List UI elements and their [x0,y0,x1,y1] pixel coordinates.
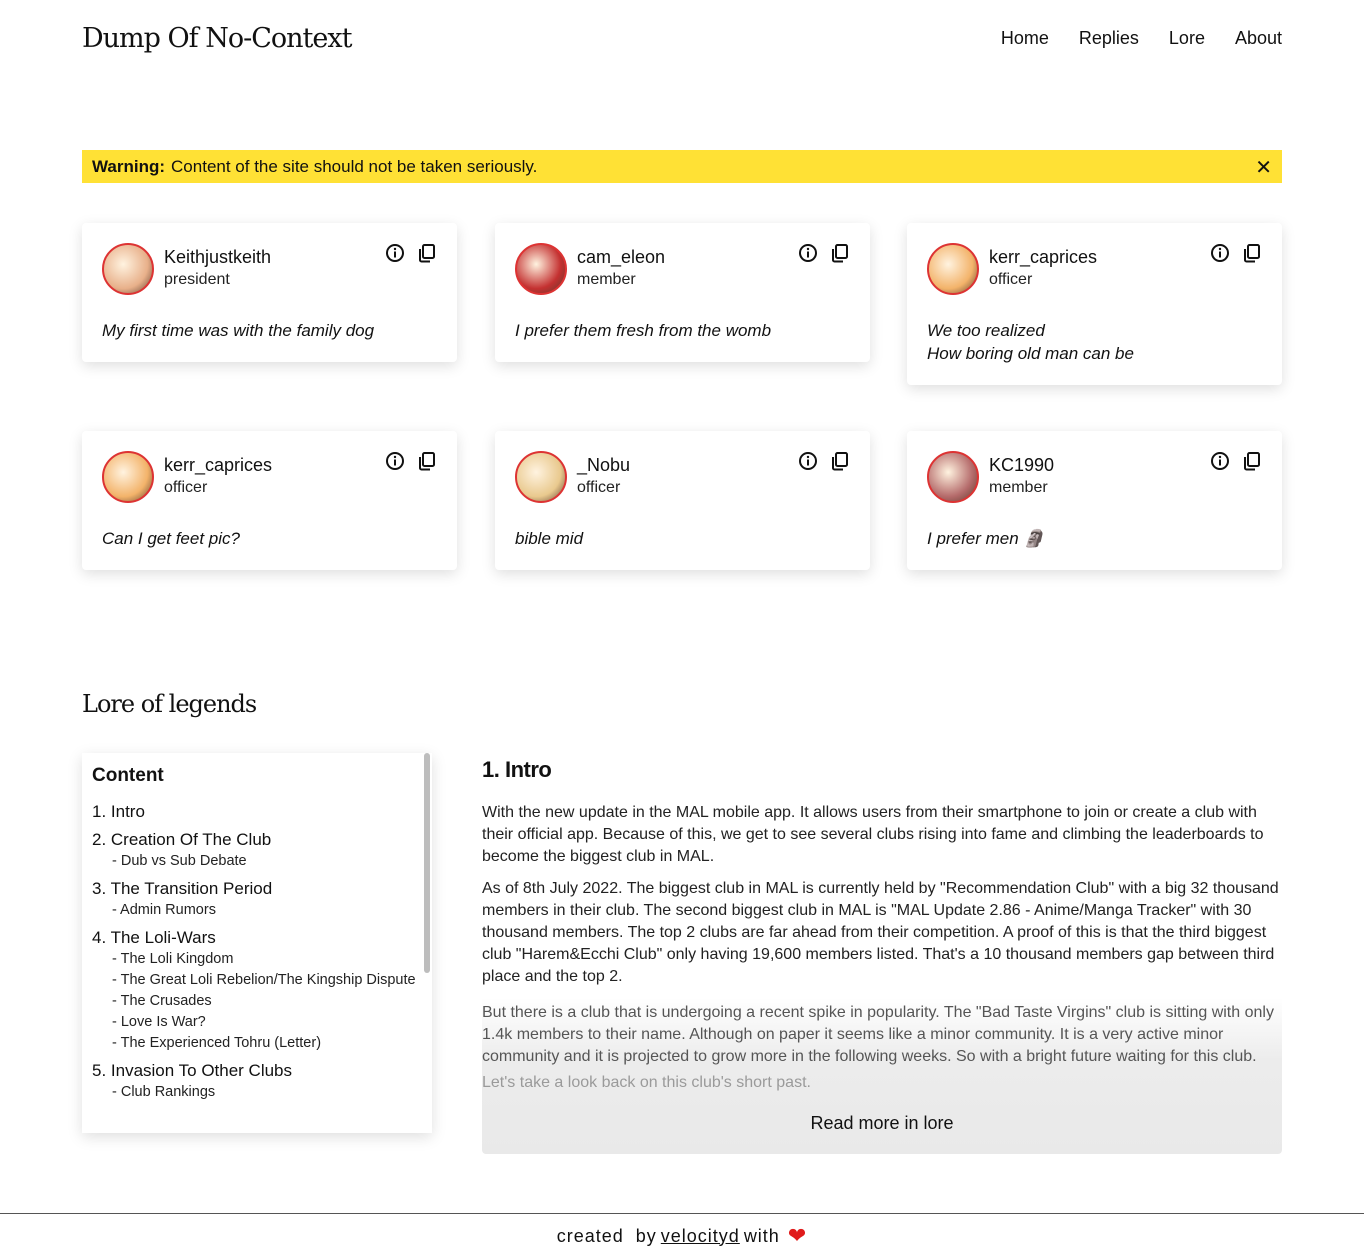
article-paragraph: With the new update in the MAL mobile ap… [482,804,1264,865]
card-username: KC1990 [989,455,1055,475]
toc-subsection[interactable]: - The Crusades [92,991,422,1012]
toc-section[interactable]: 2. Creation Of The Club [92,829,422,851]
copy-icon[interactable] [1242,451,1262,471]
card-role: officer [989,271,1033,288]
quote-card: Keithjustkeith president My first time was… [82,223,457,362]
quote-card: kerr_capricesofficer We too realized How … [907,223,1282,385]
nav-home[interactable]: Home [1001,28,1049,49]
toc-subsection[interactable]: - Admin Rumors [92,900,422,921]
article-paragraph: But there is a club that is undergoing a… [482,1004,1274,1065]
avatar [927,243,979,295]
nav-replies[interactable]: Replies [1079,28,1139,49]
site-footer: created by velocityd with ❤ [0,1213,1364,1258]
card-quote: My first time was with the family dog [102,321,375,340]
card-username: _Nobu [577,455,631,475]
card-username: kerr_caprices [164,455,273,475]
avatar [927,451,979,503]
card-quote: bible mid [515,529,584,548]
footer-suffix: with [743,1225,780,1246]
card-role: officer [164,479,208,496]
nav-lore[interactable]: Lore [1169,28,1205,49]
info-icon[interactable] [1210,451,1230,471]
footer-prefix: created by [556,1225,657,1246]
info-icon[interactable] [385,451,405,471]
toc-scrollbar[interactable] [424,753,430,973]
card-quote: I prefer them fresh from the womb [515,321,772,340]
quote-card: kerr_capricesofficer Can I get feet pic? [82,431,457,570]
toc-subsection[interactable]: - Club Rankings [92,1082,422,1103]
card-username: cam_eleon [577,247,666,267]
quote-card: cam_eleonmember I prefer them fresh from … [495,223,870,362]
card-username: Keithjustkeith [164,247,272,267]
toc-subsection[interactable]: - The Great Loli Rebelion/The Kingship D… [92,970,422,991]
site-header: Dump Of No-Context Home Replies Lore Abo… [82,18,1282,58]
main-nav: Home Replies Lore About [1001,28,1282,49]
warning-label: Warning: [92,156,166,176]
read-more-fade: But there is a club that is undergoing a… [482,998,1282,1154]
quote-card: KC1990 member I prefer men 🗿 [907,431,1282,570]
read-more-button[interactable]: Read more in lore [482,1113,1282,1134]
card-quote: I prefer men 🗿 [927,529,1045,548]
author-link[interactable]: velocityd [661,1226,740,1247]
avatar [515,451,567,503]
warning-text: Content of the site should not be taken … [171,156,538,176]
card-quote: We too realized How boring old man can b… [927,321,1134,363]
copy-icon[interactable] [830,243,850,263]
close-icon[interactable]: ✕ [1255,155,1272,180]
card-role: member [577,271,636,288]
copy-icon[interactable] [1242,243,1262,263]
toc-subsection[interactable]: - Love Is War? [92,1012,422,1033]
nav-about[interactable]: About [1235,28,1282,49]
toc-section[interactable]: 4. The Loli-Wars [92,927,422,949]
toc-section[interactable]: 1. Intro [92,801,422,823]
article-title: 1. Intro [482,757,552,782]
article-paragraph: As of 8th July 2022. The biggest club in… [482,880,1279,985]
copy-icon[interactable] [417,243,437,263]
avatar [515,243,567,295]
card-role: member [989,479,1048,496]
info-icon[interactable] [798,243,818,263]
card-role: president [164,271,230,288]
copy-icon[interactable] [417,451,437,471]
avatar [102,243,154,295]
toc-title: Content [92,765,164,786]
card-quote: Can I get feet pic? [102,529,240,548]
toc-section[interactable]: 5. Invasion To Other Clubs [92,1060,422,1082]
warning-banner: Warning: Content of the site should not … [82,150,1282,183]
toc-subsection[interactable]: - The Experienced Tohru (Letter) [92,1033,422,1054]
info-icon[interactable] [1210,243,1230,263]
toc-section[interactable]: 3. The Transition Period [92,878,422,900]
lore-section-title: Lore of legends [82,690,257,718]
avatar [102,451,154,503]
copy-icon[interactable] [830,451,850,471]
card-username: kerr_caprices [989,247,1098,267]
info-icon[interactable] [385,243,405,263]
info-icon[interactable] [798,451,818,471]
site-logo[interactable]: Dump Of No-Context [82,23,352,54]
lore-article: 1. Intro With the new update in the MAL … [482,753,1282,1154]
toc-subsection[interactable]: - The Loli Kingdom [92,949,422,970]
article-paragraph: Let's take a look back on this club's sh… [482,1074,811,1091]
card-role: officer [577,479,621,496]
toc-subsection[interactable]: - Dub vs Sub Debate [92,851,422,872]
quote-card: _Nobuofficer bible mid [495,431,870,570]
heart-icon: ❤ [787,1223,808,1248]
table-of-contents[interactable]: Content 1. Intro 2. Creation Of The Club -… [82,753,432,1133]
